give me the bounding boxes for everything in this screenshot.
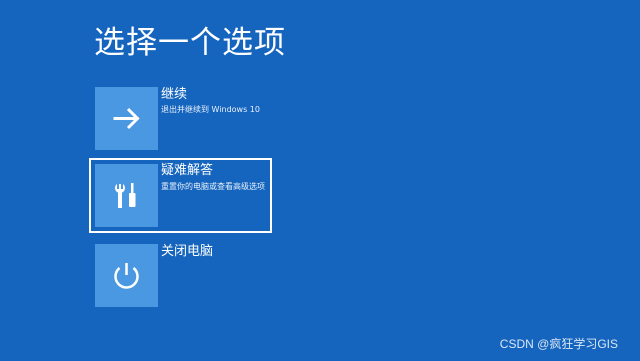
turn-off-option[interactable]: 关闭电脑 [89, 244, 272, 319]
continue-title: 继续 [161, 87, 188, 102]
continue-tile[interactable] [95, 87, 158, 150]
troubleshoot-description: 重置你的电脑或查看高级选项 [161, 182, 265, 191]
recovery-screen: 选择一个选项 继续 退出并继续到 Windows 10 疑难解答 重置你的电脑或… [0, 0, 640, 361]
turn-off-title: 关闭电脑 [161, 244, 214, 259]
watermark: CSDN @疯狂学习GIS [499, 337, 618, 351]
power-icon [114, 263, 139, 289]
turn-off-tile[interactable] [95, 244, 158, 307]
continue-option[interactable]: 继续 退出并继续到 Windows 10 [89, 87, 272, 162]
troubleshoot-tile[interactable] [95, 164, 158, 227]
troubleshoot-option[interactable]: 疑难解答 重置你的电脑或查看高级选项 [89, 158, 272, 233]
tools-icon [115, 183, 136, 208]
troubleshoot-title: 疑难解答 [161, 163, 214, 178]
arrow-right-icon [113, 107, 140, 130]
continue-description: 退出并继续到 Windows 10 [161, 105, 260, 114]
page-title: 选择一个选项 [94, 25, 286, 61]
